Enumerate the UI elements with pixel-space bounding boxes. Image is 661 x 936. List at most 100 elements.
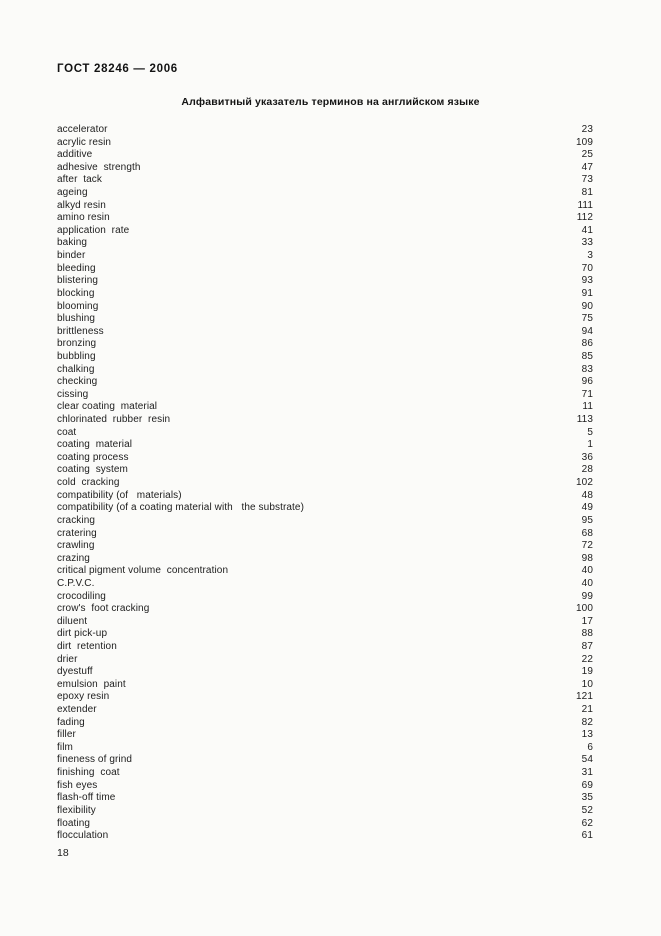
index-entry-row: coating material 1 <box>57 439 593 452</box>
index-entry-row: extender 21 <box>57 704 593 717</box>
index-entry-page-number: 102 <box>576 477 593 489</box>
index-entry-row: application rate 41 <box>57 225 593 238</box>
page-number-folio: 18 <box>57 847 69 859</box>
index-entry-term: blistering <box>57 275 99 287</box>
index-entry-page-number: 21 <box>581 704 593 716</box>
index-entry-row: cratering 68 <box>57 528 593 541</box>
index-entry-page-number: 1 <box>587 439 593 451</box>
index-entry-page-number: 10 <box>581 678 593 690</box>
index-entry-term: crow's foot cracking <box>57 603 150 615</box>
index-entry-page-number: 100 <box>576 603 593 615</box>
index-entry-page-number: 23 <box>581 124 593 135</box>
index-entry-term: additive <box>57 149 93 161</box>
index-entry-row: bleeding 70 <box>57 263 593 276</box>
index-entry-page-number: 41 <box>581 224 593 236</box>
index-entry-term: acrylic resin <box>57 136 112 148</box>
index-entry-row: baking 33 <box>57 237 593 250</box>
index-entry-row: clear coating material 11 <box>57 401 593 414</box>
index-entry-page-number: 69 <box>581 779 593 791</box>
index-entry-row: drier 22 <box>57 654 593 667</box>
index-entry-row: bubbling 85 <box>57 351 593 364</box>
index-entry-term: filler <box>57 729 76 741</box>
index-entry-page-number: 71 <box>581 388 593 400</box>
index-entry-term: cold cracking <box>57 477 120 489</box>
index-entry-row: crocodiling 99 <box>57 591 593 604</box>
index-entry-row: flexibility 52 <box>57 805 593 818</box>
index-entry-page-number: 109 <box>576 136 593 148</box>
index-entry-term: dyestuff <box>57 666 93 678</box>
index-entry-term: fading <box>57 716 85 728</box>
index-entry-row: compatibility (of materials) 48 <box>57 490 593 503</box>
index-entry-row: crazing 98 <box>57 553 593 566</box>
index-entry-row: crow's foot cracking 100 <box>57 603 593 616</box>
index-entry-term: compatibility (of materials) <box>57 489 182 501</box>
index-entry-term: emulsion paint <box>57 678 126 690</box>
index-entry-row: blooming 90 <box>57 301 593 314</box>
index-entry-term: diluent <box>57 615 88 627</box>
index-entry-term: extender <box>57 704 97 716</box>
index-entry-row: brittleness 94 <box>57 326 593 339</box>
index-entry-page-number: 99 <box>581 590 593 602</box>
index-entry-row: flocculation 61 <box>57 830 593 843</box>
index-entry-page-number: 11 <box>582 401 593 413</box>
index-entry-term: bleeding <box>57 262 96 274</box>
page-title: Алфавитный указатель терминов на английс… <box>181 96 480 108</box>
index-entry-row: alkyd resin 111 <box>57 200 593 213</box>
index-entry-page-number: 33 <box>581 237 593 249</box>
index-entry-page-number: 52 <box>581 804 593 816</box>
index-entry-page-number: 40 <box>581 577 593 589</box>
index-entry-term: chlorinated rubber resin <box>57 414 171 426</box>
index-entry-row: compatibility (of a coating material wit… <box>57 502 593 515</box>
index-entry-page-number: 111 <box>577 199 593 211</box>
index-entry-page-number: 19 <box>581 666 593 678</box>
index-entry-row: cold cracking 102 <box>57 477 593 490</box>
index-entry-page-number: 121 <box>576 691 593 703</box>
index-entry-term: drier <box>57 653 78 665</box>
index-entry-page-number: 72 <box>581 540 593 552</box>
index-entry-row: fading 82 <box>57 717 593 730</box>
index-entry-page-number: 48 <box>581 489 593 501</box>
index-entry-page-number: 90 <box>581 300 593 312</box>
index-entry-page-number: 94 <box>581 325 593 337</box>
index-entry-row: C.P.V.C. 40 <box>57 578 593 591</box>
index-entry-term: blocking <box>57 287 95 299</box>
index-entry-page-number: 5 <box>587 426 593 438</box>
index-entry-page-number: 6 <box>587 741 593 753</box>
index-entry-row: checking 96 <box>57 376 593 389</box>
index-entry-term: amino resin <box>57 212 110 224</box>
index-entry-row: accelerator 23 <box>57 124 593 137</box>
index-entry-row: cissing 71 <box>57 389 593 402</box>
index-entry-term: compatibility (of a coating material wit… <box>57 502 305 514</box>
index-entry-row: adhesive strength 47 <box>57 162 593 175</box>
index-entry-row: finishing coat 31 <box>57 767 593 780</box>
index-entry-row: fish eyes 69 <box>57 780 593 793</box>
index-entry-term: bronzing <box>57 338 97 350</box>
index-entry-page-number: 3 <box>587 250 593 262</box>
index-entry-page-number: 17 <box>581 615 593 627</box>
index-entry-term: blooming <box>57 300 99 312</box>
index-entry-row: critical pigment volume concentration 40 <box>57 565 593 578</box>
index-entry-row: coat 5 <box>57 427 593 440</box>
index-entry-page-number: 22 <box>581 653 593 665</box>
index-entry-page-number: 13 <box>581 729 593 741</box>
index-entry-page-number: 73 <box>581 174 593 186</box>
index-entry-term: binder <box>57 250 86 262</box>
index-entry-row: dirt pick-up 88 <box>57 628 593 641</box>
index-entry-row: bronzing 86 <box>57 338 593 351</box>
index-entry-page-number: 93 <box>581 275 593 287</box>
index-entry-term: accelerator <box>57 124 108 135</box>
index-entry-term: coating process <box>57 451 129 463</box>
index-entry-page-number: 83 <box>581 363 593 375</box>
index-entry-page-number: 40 <box>581 565 593 577</box>
index-entry-page-number: 54 <box>581 754 593 766</box>
index-entry-term: alkyd resin <box>57 199 106 211</box>
index-entry-term: coating material <box>57 439 133 451</box>
index-entry-term: dirt pick-up <box>57 628 108 640</box>
index-entry-term: flash-off time <box>57 792 116 804</box>
index-entry-row: binder 3 <box>57 250 593 263</box>
index-entry-row: after tack 73 <box>57 174 593 187</box>
index-entry-term: floating <box>57 817 91 829</box>
index-entry-term: checking <box>57 376 98 388</box>
index-entry-page-number: 95 <box>581 514 593 526</box>
index-entry-term: crawling <box>57 540 95 552</box>
